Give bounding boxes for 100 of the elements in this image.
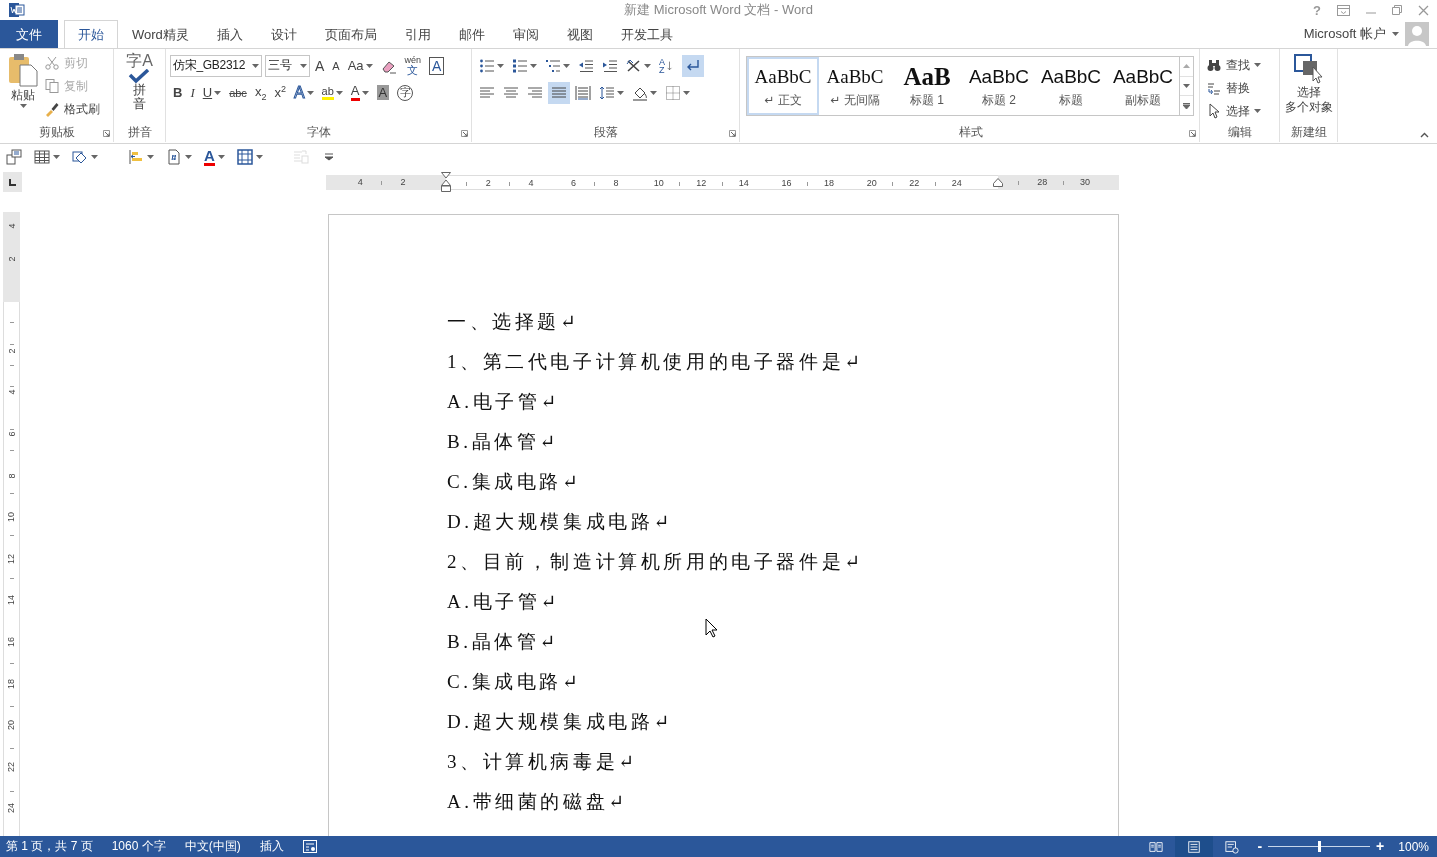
- check-mark-icon: [128, 69, 151, 83]
- caret-icon: [497, 63, 504, 68]
- close-icon[interactable]: [1418, 4, 1429, 16]
- document-paragraph: A.电子管↵: [447, 390, 560, 414]
- zoom-in-button[interactable]: +: [1376, 836, 1385, 857]
- strikethrough-button[interactable]: abc: [226, 81, 250, 104]
- justify-button[interactable]: [548, 81, 570, 104]
- align-right-icon: [527, 84, 543, 101]
- ribbon-tab[interactable]: 页面布局: [310, 20, 391, 48]
- indent-marker-icon[interactable]: [441, 172, 451, 192]
- restore-icon[interactable]: [1392, 5, 1402, 15]
- caret-icon: [252, 63, 259, 68]
- caret-icon: [306, 90, 314, 95]
- align-left-icon: [479, 84, 495, 101]
- ruler-number: 8: [6, 472, 17, 480]
- caret-icon: [335, 90, 343, 95]
- account-name[interactable]: Microsoft 帐户: [1303, 24, 1386, 43]
- ribbon-tab[interactable]: 插入: [202, 20, 257, 48]
- ruler-number: 20: [865, 177, 878, 188]
- file-menu-tab[interactable]: 文件: [0, 20, 58, 48]
- character-shading-button[interactable]: A: [373, 81, 393, 104]
- insert-mode-indicator[interactable]: 插入: [259, 838, 284, 855]
- page-count[interactable]: 第 1 页，共 7 页: [6, 838, 93, 855]
- document-paragraph: D.超大规模集成电路↵: [447, 510, 673, 534]
- text-effects-button[interactable]: A: [290, 81, 317, 104]
- ruler-number: 22: [6, 760, 17, 773]
- ribbon-tab[interactable]: 设计: [256, 20, 311, 48]
- binoculars-button[interactable]: 查找: [1204, 55, 1275, 75]
- style-option[interactable]: AaBbC ↵ 无间隔: [819, 57, 891, 115]
- document-swap-button[interactable]: [3, 146, 25, 168]
- group-label: 样式: [957, 124, 984, 141]
- ruler-number: 2: [6, 255, 17, 263]
- clipboard-action-button[interactable]: 格式刷: [42, 99, 102, 119]
- shrink-font-button[interactable]: A: [329, 54, 343, 77]
- ruler-number: 30: [1078, 176, 1091, 187]
- multilevel-list-icon: [545, 57, 561, 74]
- dialog-launcher-icon[interactable]: [461, 130, 468, 137]
- group-label: 新建组: [1290, 124, 1327, 141]
- paragraph-mark-button[interactable]: [682, 54, 704, 77]
- word-count[interactable]: 1060 个字: [111, 838, 166, 855]
- ribbon-tab[interactable]: 引用: [390, 20, 445, 48]
- change-case-button[interactable]: Aa: [344, 54, 376, 77]
- dialog-launcher-icon[interactable]: [1189, 130, 1196, 137]
- ribbon-tab[interactable]: 开发工具: [606, 20, 687, 48]
- ribbon-tab[interactable]: 邮件: [444, 20, 499, 48]
- zoom-out-button[interactable]: -: [1257, 836, 1263, 857]
- script-button[interactable]: x$_{2}$: [251, 81, 270, 104]
- paste-button[interactable]: 粘贴: [4, 53, 42, 122]
- grow-font-button[interactable]: A: [312, 54, 328, 77]
- underline-button[interactable]: U: [199, 81, 225, 104]
- pointer-button[interactable]: 选择: [1204, 101, 1275, 121]
- document-paragraph: A.带细菌的磁盘↵: [447, 790, 628, 814]
- ruler-number: 4: [356, 176, 364, 187]
- document-paragraph: D.超大规模集成电路↵: [447, 710, 673, 734]
- style-option[interactable]: AaBbC 副标题: [1107, 57, 1179, 115]
- font-size-dropdown[interactable]: 三号: [265, 54, 310, 77]
- view-mode-button[interactable]: [1175, 836, 1214, 857]
- bold-button[interactable]: B: [170, 81, 186, 104]
- select-objects-button[interactable]: 选择 多个对象: [1284, 53, 1333, 122]
- replace-button[interactable]: 替换: [1204, 78, 1275, 98]
- group-label: 字体: [305, 124, 332, 141]
- caret-icon: [185, 155, 192, 159]
- caret-icon: [650, 90, 657, 95]
- font-name-dropdown[interactable]: 仿宋_GB2312: [170, 54, 262, 77]
- style-option[interactable]: AaBbC 标题: [1035, 57, 1107, 115]
- italic-button[interactable]: I: [187, 81, 198, 104]
- pinyin-button[interactable]: 字A 拼音: [122, 53, 157, 122]
- ruler-number: 6: [6, 430, 17, 438]
- style-option[interactable]: AaBbC ↵ 正文: [747, 57, 819, 115]
- zoom-percentage[interactable]: 100%: [1398, 839, 1429, 854]
- ribbon-tab[interactable]: 视图: [552, 20, 607, 48]
- indent-icon: [602, 57, 618, 74]
- ribbon-tab[interactable]: 审阅: [498, 20, 553, 48]
- style-option[interactable]: AaBbC 标题 2: [963, 57, 1035, 115]
- highlight-button[interactable]: ab: [318, 81, 346, 104]
- collapse-ribbon-icon[interactable]: [1420, 132, 1429, 138]
- caret-icon: [365, 63, 373, 68]
- ribbon-tab[interactable]: 开始: [64, 20, 118, 48]
- document-paragraph: 1、第二代电子计算机使用的电子器件是↵: [447, 350, 864, 374]
- zoom-slider-thumb[interactable]: [1317, 841, 1321, 852]
- font-color-button[interactable]: A: [201, 146, 228, 168]
- language-indicator[interactable]: 中文(中国): [184, 838, 241, 855]
- font-color-button[interactable]: A: [347, 81, 372, 104]
- group-label: 剪贴板: [37, 124, 76, 141]
- script-button[interactable]: x$^{2}$: [271, 81, 289, 104]
- right-indent-marker-icon[interactable]: [993, 178, 1003, 187]
- ribbon-tab[interactable]: Word精灵: [118, 20, 203, 48]
- dialog-launcher-icon[interactable]: [729, 130, 736, 137]
- tab-selector[interactable]: [3, 172, 22, 192]
- dialog-launcher-icon[interactable]: [103, 130, 110, 137]
- caret-icon: [683, 90, 690, 95]
- ruler-number: 6: [569, 177, 577, 188]
- line-spacing-icon: [599, 84, 615, 101]
- window-title: 新建 Microsoft Word 文档 - Word: [624, 1, 813, 19]
- style-option[interactable]: AaB 标题 1: [891, 57, 963, 115]
- sort-arrow-button[interactable]: A Z: [656, 54, 680, 77]
- phonetic-guide-button[interactable]: wén 文: [401, 54, 425, 77]
- ribbon-display-icon[interactable]: [1337, 4, 1350, 16]
- macro-record-icon[interactable]: [302, 840, 317, 853]
- ruler-number: 18: [823, 177, 836, 188]
